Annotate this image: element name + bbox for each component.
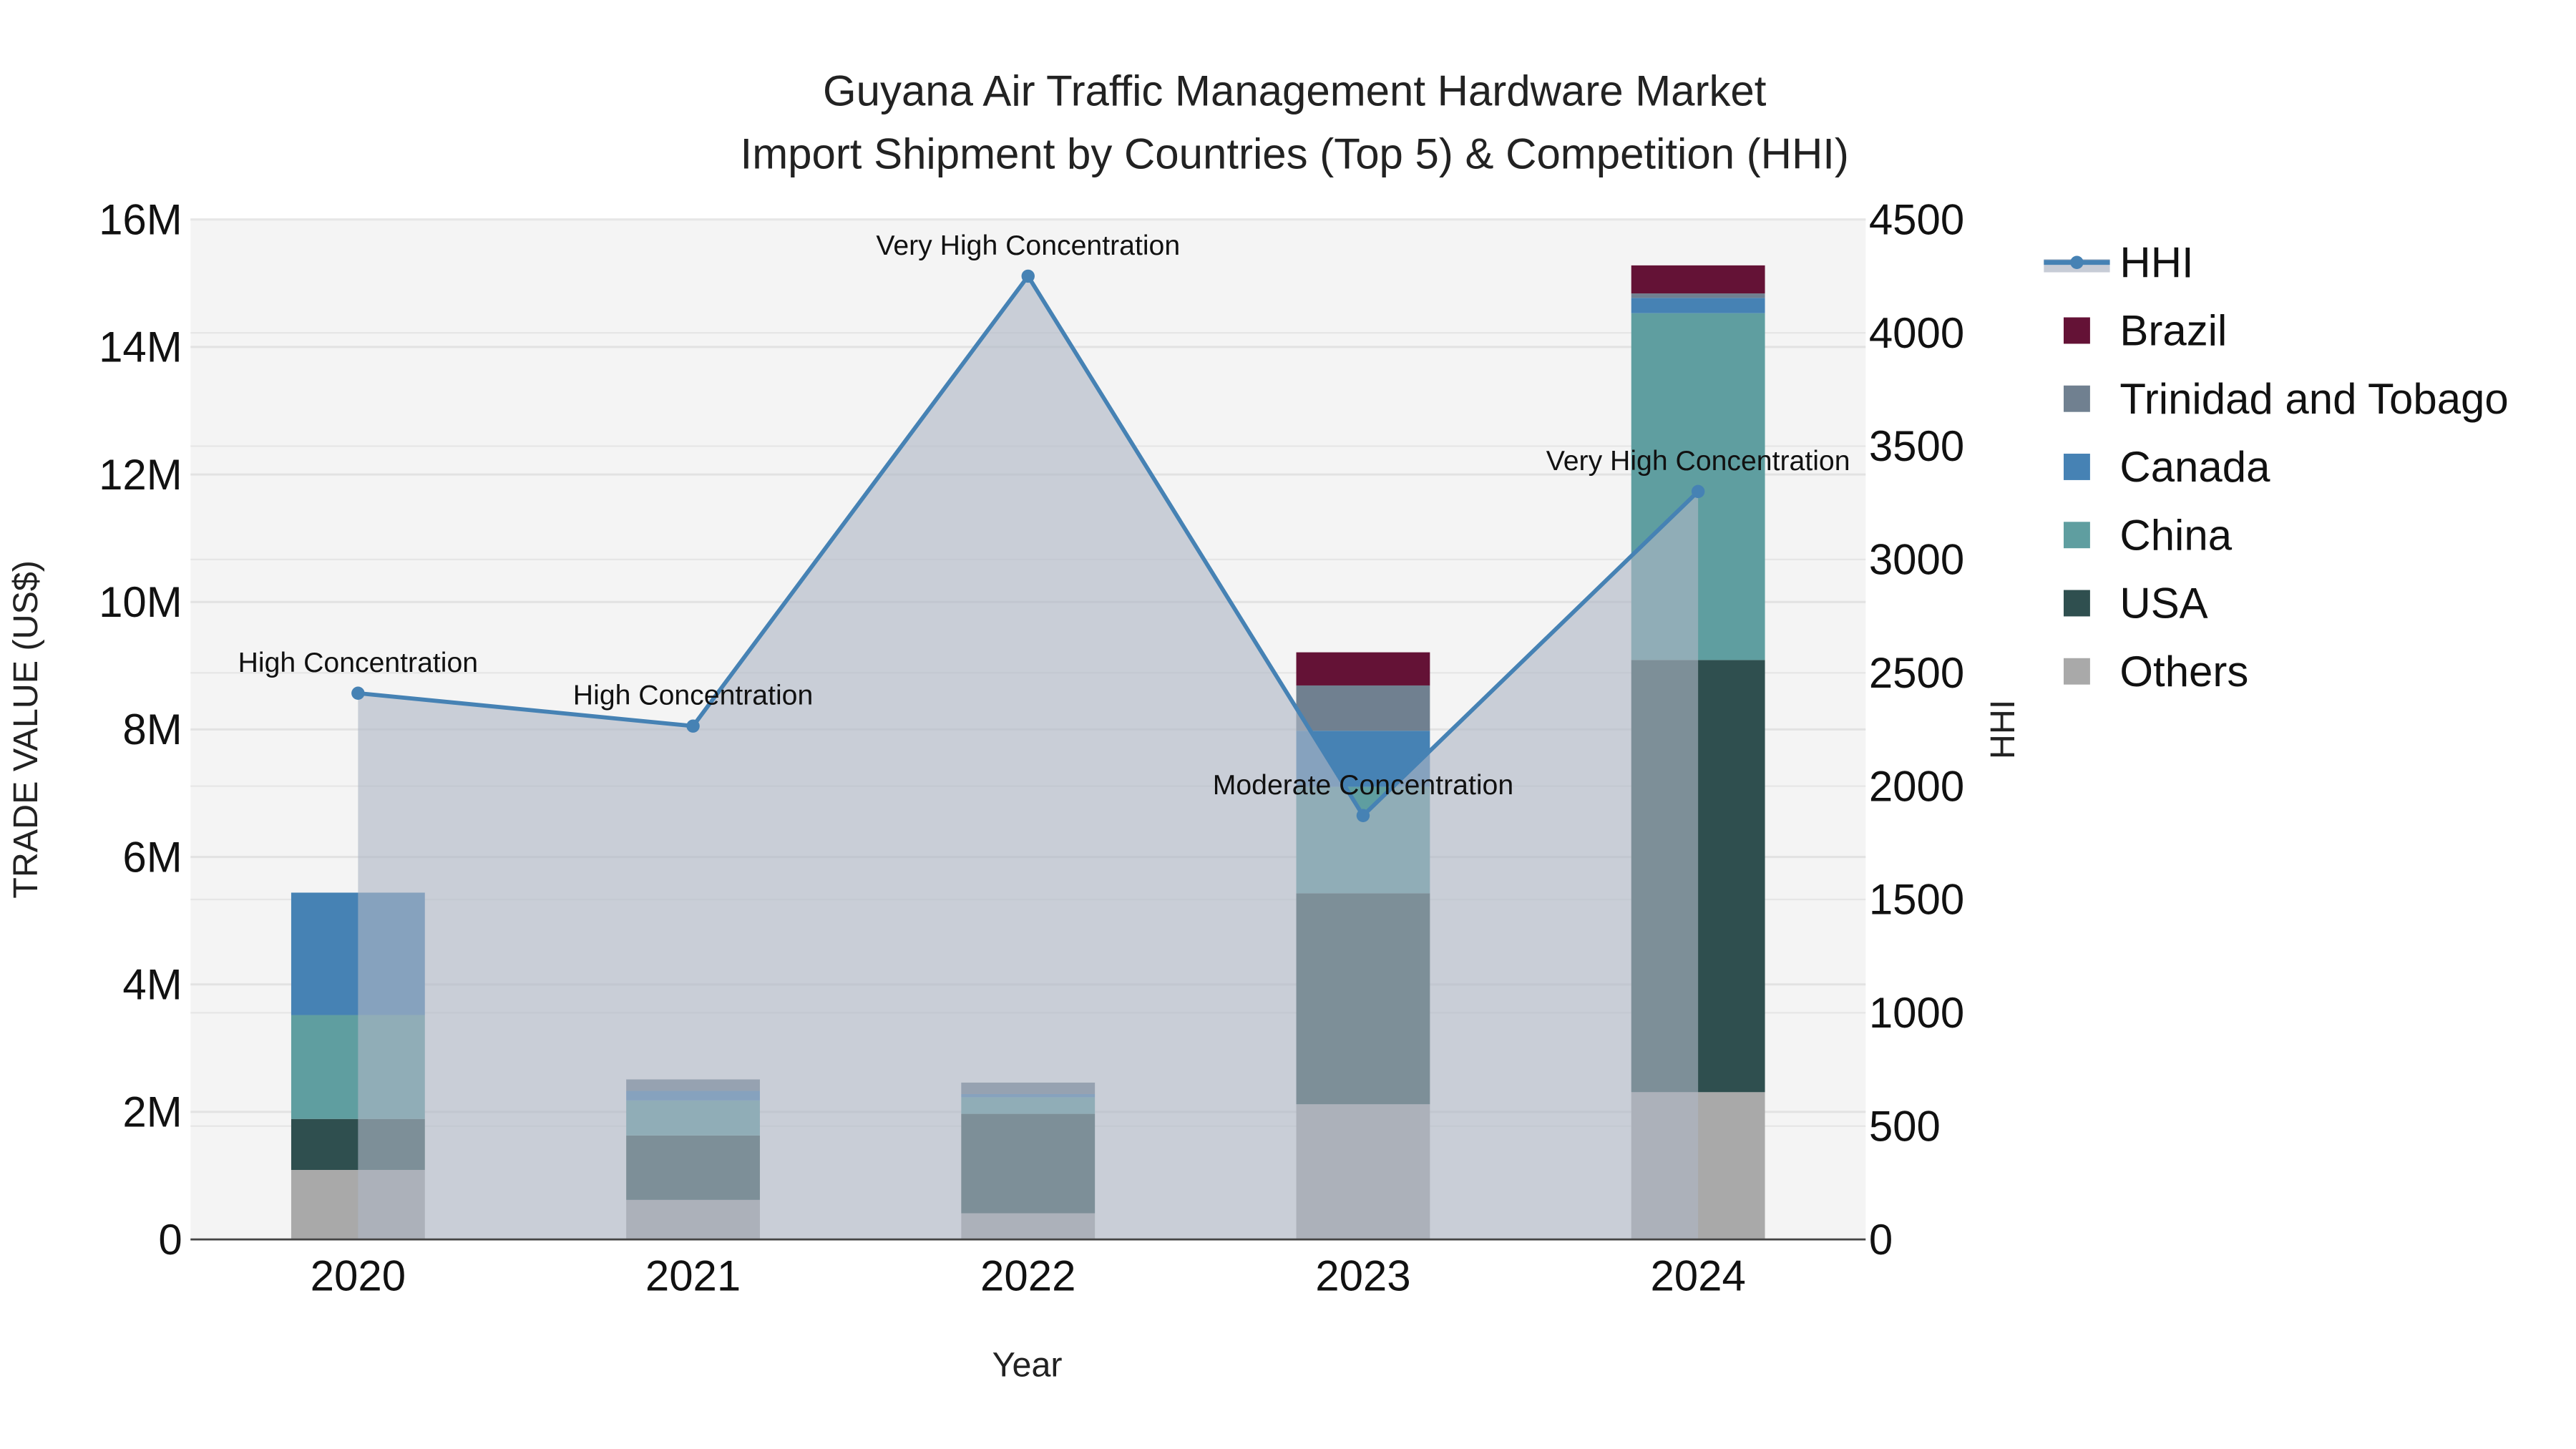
legend-item[interactable]: Others (2063, 648, 2248, 696)
y2-axis-label: HHI (1984, 700, 2022, 759)
hhi-annotation: High Concentration (573, 680, 813, 711)
y-tick-label: 4M (122, 961, 182, 1009)
bar-trinidad-and-tobago (1296, 685, 1430, 731)
y-axis-ticks: 0 2M 4M 6M 8M 10M 12M 14M 16M (99, 196, 182, 1264)
legend-swatch (2063, 454, 2090, 480)
y-tick-label: 6M (122, 833, 182, 881)
chart-title-line2: Import Shipment by Countries (Top 5) & C… (741, 130, 1849, 177)
bar-trinidad-and-tobago (1631, 293, 1765, 298)
y-tick-label: 0 (158, 1216, 182, 1264)
legend-swatch (2063, 590, 2090, 617)
hhi-annotation: Very High Concentration (876, 230, 1180, 261)
y2-tick-label: 4500 (1869, 196, 1964, 244)
legend-label: Trinidad and Tobago (2119, 375, 2508, 423)
x-tick-label: 2024 (1650, 1252, 1745, 1300)
bar-canada (1631, 298, 1765, 313)
hhi-annotation: Moderate Concentration (1213, 770, 1513, 801)
y2-tick-label: 1000 (1869, 989, 1964, 1037)
hhi-point (1021, 269, 1035, 283)
hhi-point (1356, 809, 1370, 823)
legend-label: Canada (2119, 443, 2270, 491)
x-tick-label: 2021 (645, 1252, 741, 1300)
hhi-point (351, 686, 365, 700)
legend-swatch (2063, 658, 2090, 685)
legend-label: Brazil (2119, 307, 2227, 355)
hhi-point (1691, 484, 1705, 499)
y2-tick-label: 4000 (1869, 309, 1964, 357)
x-tick-label: 2022 (980, 1252, 1075, 1300)
y2-tick-label: 0 (1869, 1216, 1893, 1264)
bar-brazil (1631, 265, 1765, 294)
x-axis-label: Year (992, 1346, 1063, 1385)
legend: HHI Brazil Trinidad and Tobago Canada China U… (2044, 238, 2509, 696)
x-tick-label: 2023 (1315, 1252, 1410, 1300)
chart: High Concentration High Concentration Very… (6, 67, 2509, 1385)
y-tick-label: 14M (99, 323, 182, 371)
y-axis-label: TRADE VALUE (US$) (6, 560, 45, 899)
legend-swatch (2063, 317, 2090, 344)
y-tick-label: 12M (99, 451, 182, 499)
y2-tick-label: 3000 (1869, 536, 1964, 584)
legend-item[interactable]: Brazil (2063, 307, 2227, 355)
y-tick-label: 16M (99, 196, 182, 244)
legend-label: USA (2119, 580, 2207, 628)
y2-tick-label: 2000 (1869, 762, 1964, 810)
legend-swatch (2063, 522, 2090, 549)
x-tick-label: 2020 (311, 1252, 406, 1300)
y2-tick-label: 2500 (1869, 649, 1964, 697)
hhi-point (686, 719, 700, 733)
y-tick-label: 10M (99, 578, 182, 626)
legend-label: HHI (2119, 238, 2193, 286)
legend-swatch (2063, 385, 2090, 412)
y2-tick-label: 500 (1869, 1102, 1941, 1150)
legend-marker-hhi (2070, 255, 2084, 269)
legend-item[interactable]: Trinidad and Tobago (2063, 375, 2509, 423)
hhi-annotation: High Concentration (238, 648, 478, 678)
x-axis-ticks: 2020 2021 2022 2023 2024 (311, 1252, 1746, 1300)
y-tick-label: 2M (122, 1088, 182, 1136)
y2-axis-ticks: 0 500 1000 1500 2000 2500 3000 3500 4000 4500 (1869, 196, 1964, 1264)
bar-brazil (1296, 652, 1430, 686)
chart-title-line1: Guyana Air Traffic Management Hardware M… (823, 67, 1767, 115)
legend-item[interactable]: HHI (2044, 238, 2194, 286)
y2-tick-label: 1500 (1869, 876, 1964, 924)
legend-item[interactable]: China (2063, 511, 2233, 559)
y-tick-label: 8M (122, 706, 182, 753)
hhi-annotation: Very High Concentration (1546, 446, 1850, 477)
legend-label: Others (2119, 648, 2248, 696)
legend-label: China (2119, 511, 2232, 559)
legend-item[interactable]: Canada (2063, 443, 2270, 491)
legend-item[interactable]: USA (2063, 580, 2208, 628)
y2-tick-label: 3500 (1869, 422, 1964, 470)
